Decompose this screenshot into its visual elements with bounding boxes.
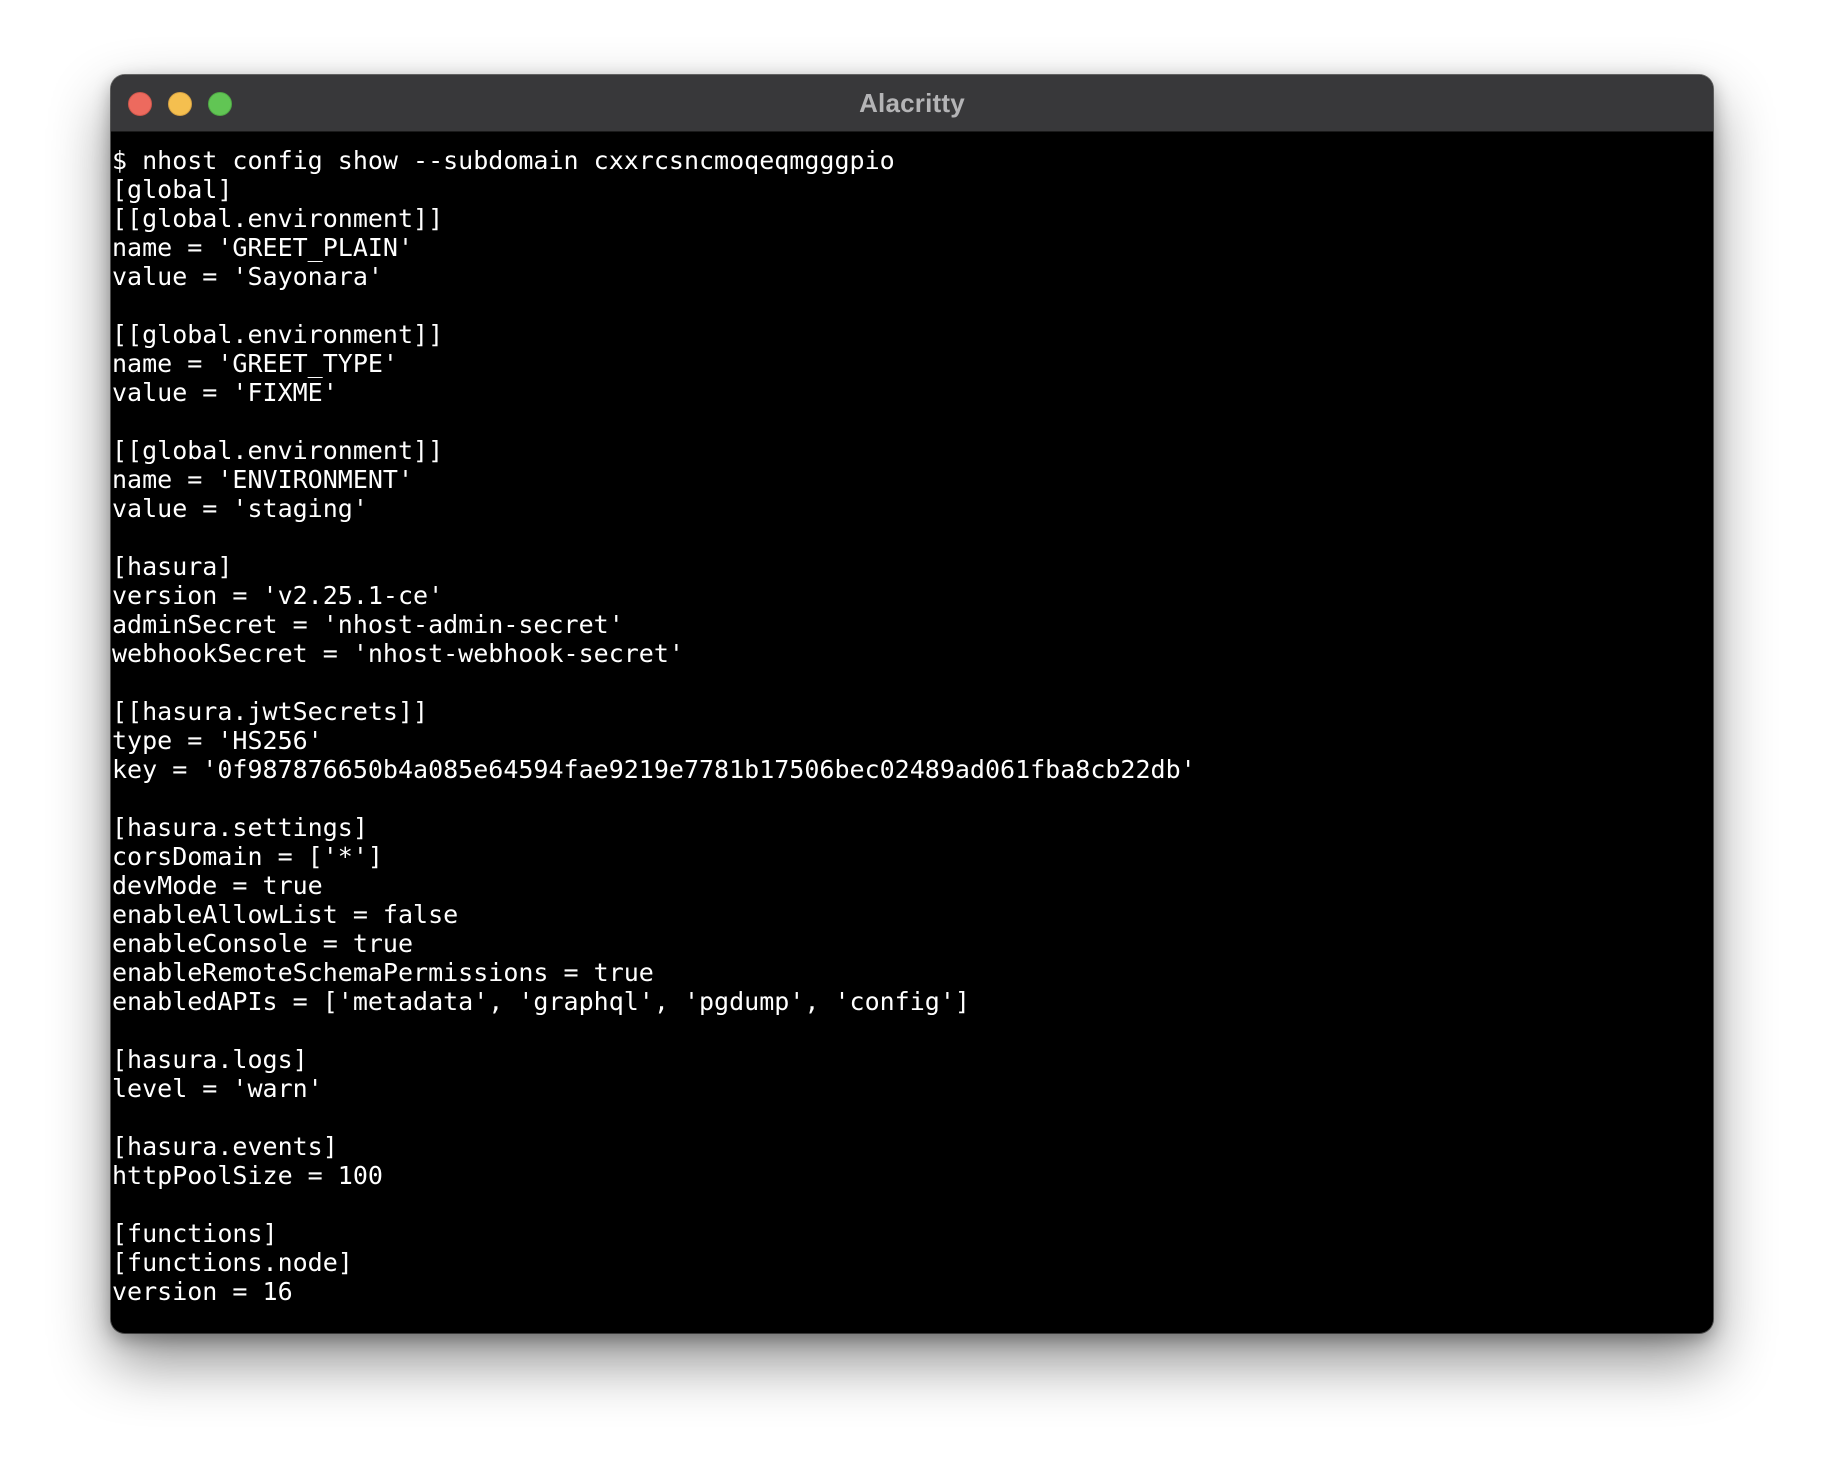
terminal-line: value = 'staging' <box>112 494 368 523</box>
terminal-line: [hasura.logs] <box>112 1045 308 1074</box>
terminal-line: value = 'Sayonara' <box>112 262 383 291</box>
terminal-line: adminSecret = 'nhost-admin-secret' <box>112 610 624 639</box>
terminal-line: corsDomain = ['*'] <box>112 842 383 871</box>
terminal-line: version = 16 <box>112 1277 293 1306</box>
terminal-line: name = 'ENVIRONMENT' <box>112 465 414 494</box>
terminal-line: enabledAPIs = ['metadata', 'graphql', 'p… <box>112 987 970 1016</box>
terminal-line: [hasura.settings] <box>112 813 368 842</box>
terminal-line: httpPoolSize = 100 <box>112 1161 383 1190</box>
terminal-line: enableConsole = true <box>112 929 414 958</box>
terminal-line: version = 'v2.25.1-ce' <box>112 581 444 610</box>
terminal-line: [[global.environment]] <box>112 320 444 349</box>
terminal-output[interactable]: $ nhost config show --subdomain cxxrcsnc… <box>111 132 1713 1333</box>
terminal-line: [[global.environment]] <box>112 436 444 465</box>
title-bar[interactable]: Alacritty <box>111 75 1713 132</box>
terminal-line: [hasura.events] <box>112 1132 338 1161</box>
terminal-line: devMode = true <box>112 871 323 900</box>
terminal-line: [[hasura.jwtSecrets]] <box>112 697 429 726</box>
terminal-line: [hasura] <box>112 552 233 581</box>
terminal-line: [[global.environment]] <box>112 204 444 233</box>
terminal-line: level = 'warn' <box>112 1074 323 1103</box>
terminal-line: webhookSecret = 'nhost-webhook-secret' <box>112 639 684 668</box>
terminal-window: Alacritty $ nhost config show --subdomai… <box>111 75 1713 1333</box>
terminal-line: name = 'GREET_PLAIN' <box>112 233 414 262</box>
terminal-line: enableRemoteSchemaPermissions = true <box>112 958 654 987</box>
terminal-line: key = '0f987876650b4a085e64594fae9219e77… <box>112 755 1196 784</box>
terminal-line: enableAllowList = false <box>112 900 459 929</box>
terminal-line: [global] <box>112 175 233 204</box>
terminal-line: [functions.node] <box>112 1248 353 1277</box>
terminal-line: $ nhost config show --subdomain cxxrcsnc… <box>112 146 895 175</box>
terminal-line: value = 'FIXME' <box>112 378 338 407</box>
window-title: Alacritty <box>859 88 965 118</box>
terminal-line: name = 'GREET_TYPE' <box>112 349 398 378</box>
terminal-line: type = 'HS256' <box>112 726 323 755</box>
terminal-line: [functions] <box>112 1219 278 1248</box>
